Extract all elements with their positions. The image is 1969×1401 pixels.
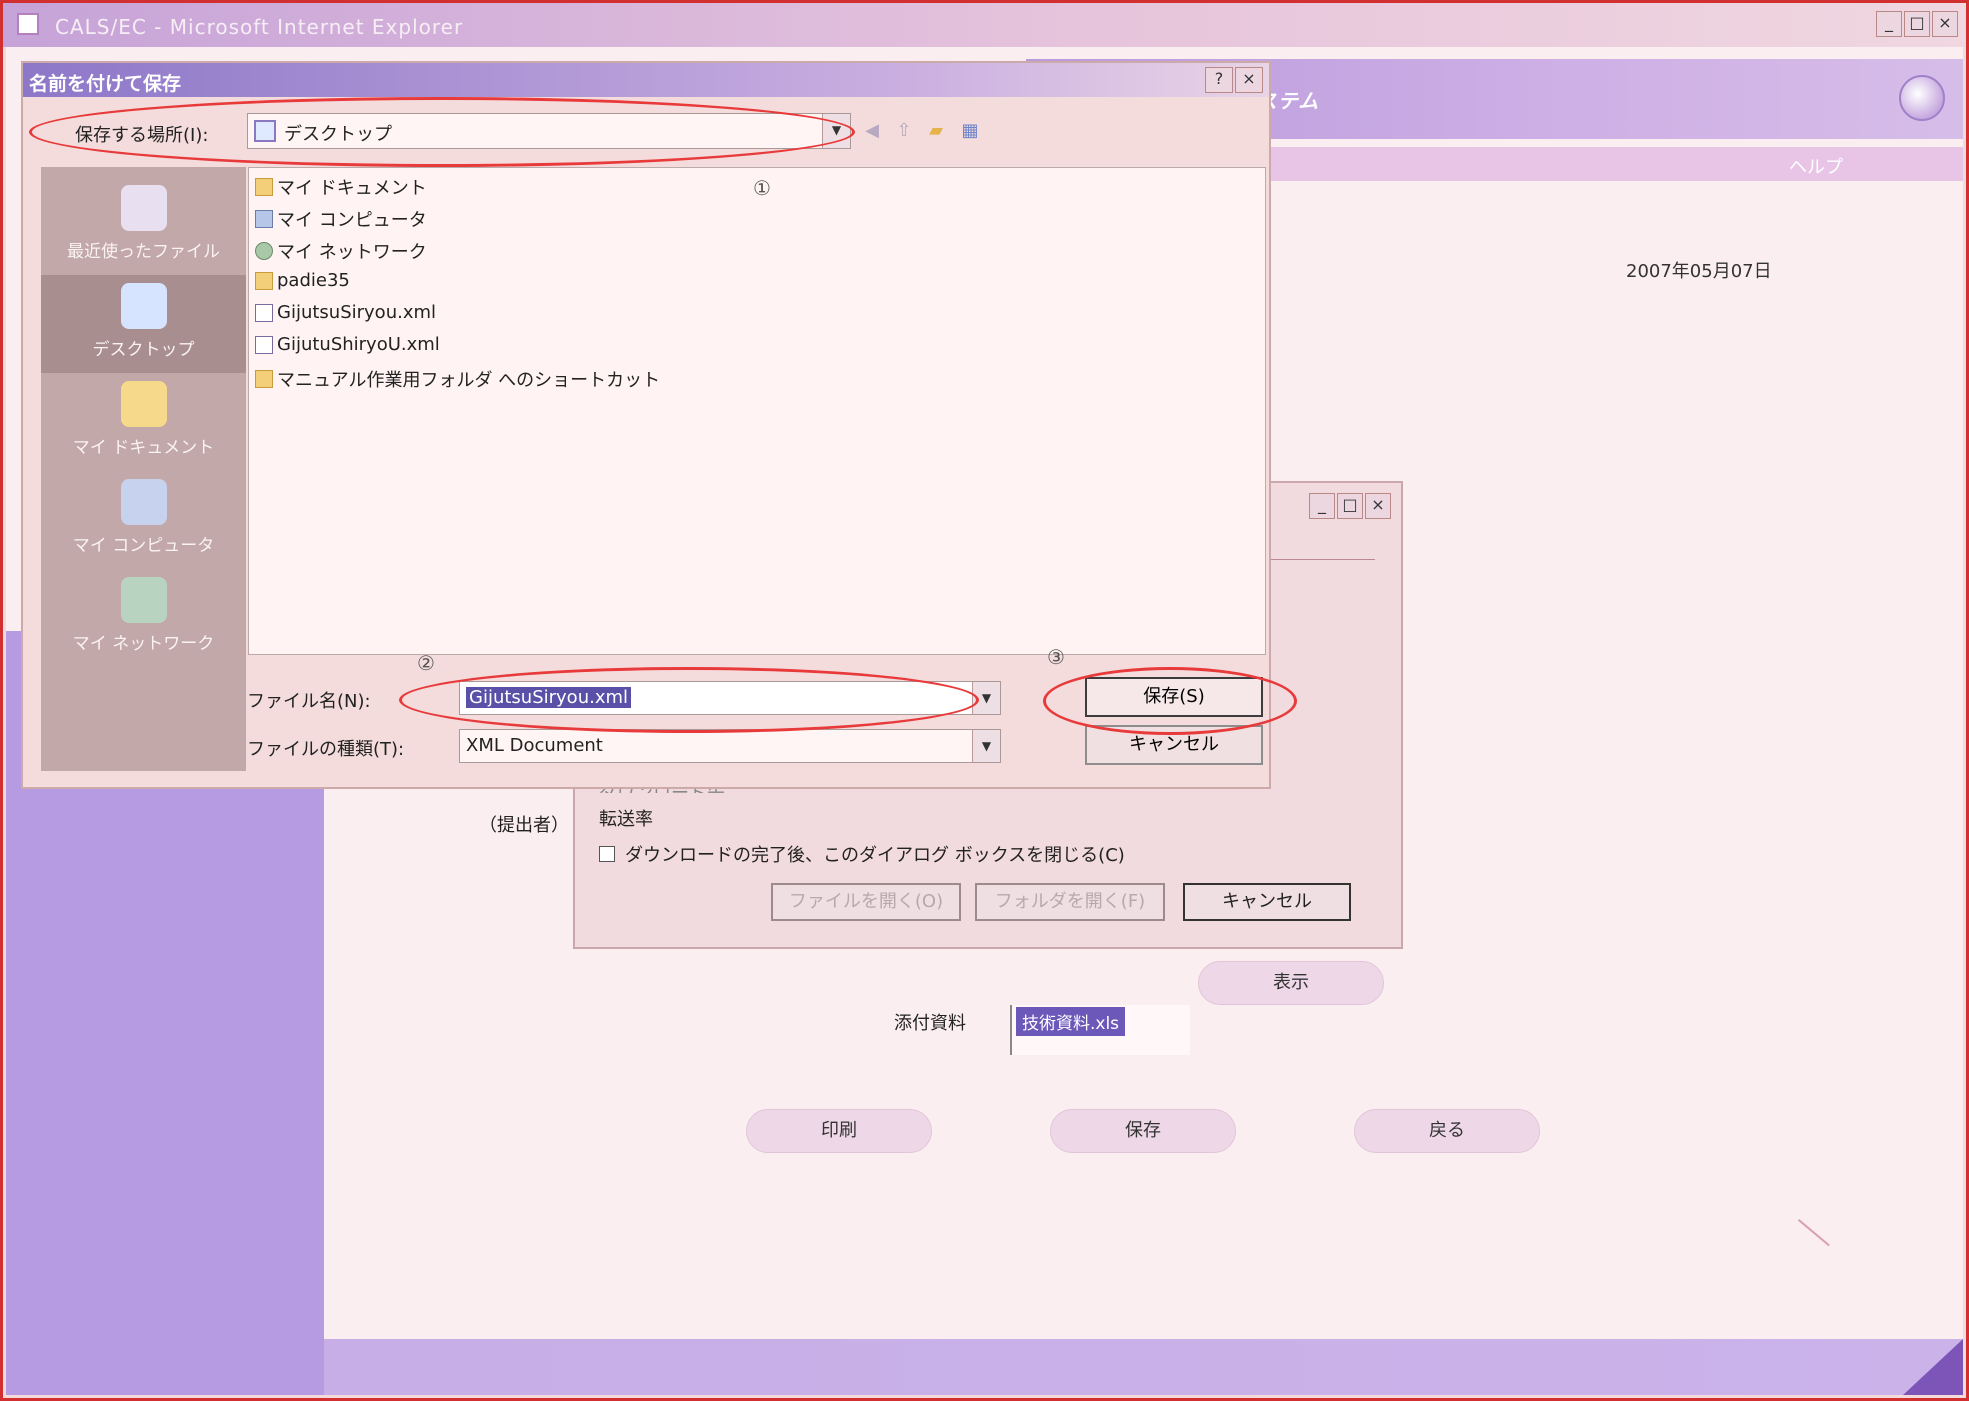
ie-logo-icon xyxy=(1899,75,1945,121)
folder-icon xyxy=(255,271,273,290)
help-link[interactable]: ヘルプ xyxy=(1789,153,1843,179)
open-file-button[interactable]: ファイルを開く(O) xyxy=(771,883,961,921)
file-list[interactable]: マイ ドキュメント マイ コンピュータ マイ ネットワーク padie35 Gi… xyxy=(248,167,1266,655)
dl-cancel-button[interactable]: キャンセル xyxy=(1183,883,1351,921)
save-as-titlebar: 名前を付けて保存 ? × xyxy=(23,63,1269,97)
show-button[interactable]: 表示 xyxy=(1198,961,1384,1005)
save-as-close-button[interactable]: × xyxy=(1235,67,1263,93)
place-recent[interactable]: 最近使ったファイル xyxy=(41,177,246,275)
browser-titlebar: CALS/EC - Microsoft Internet Explorer _ … xyxy=(3,3,1966,47)
file-name: マイ ドキュメント xyxy=(277,178,427,199)
close-on-complete-checkbox[interactable] xyxy=(599,846,615,862)
new-folder-icon[interactable]: ▰ xyxy=(923,119,949,143)
file-name: マニュアル作業用フォルダ へのショートカット xyxy=(277,370,661,391)
bottom-band xyxy=(324,1339,1963,1395)
ie-app-icon xyxy=(17,13,39,35)
decorative-mark-icon xyxy=(1772,1219,1830,1277)
place-desktop[interactable]: デスクトップ xyxy=(41,275,246,373)
place-label: マイ コンピュータ xyxy=(72,536,215,556)
dl-minimize-button[interactable]: _ xyxy=(1309,493,1335,519)
annotation-step-3: ③ xyxy=(1047,645,1065,669)
help-button[interactable]: ? xyxy=(1205,67,1233,93)
up-folder-icon[interactable]: ⇧ xyxy=(891,119,917,143)
place-my-documents[interactable]: マイ ドキュメント xyxy=(41,373,246,471)
place-my-computer[interactable]: マイ コンピュータ xyxy=(41,471,246,569)
date-text: 2007年05月07日 xyxy=(1626,261,1772,282)
file-item[interactable]: マイ ネットワーク xyxy=(255,238,427,264)
file-item[interactable]: padie35 xyxy=(255,270,350,291)
filetype-value: XML Document xyxy=(466,735,603,756)
place-label: マイ ネットワーク xyxy=(72,634,215,654)
place-my-network[interactable]: マイ ネットワーク xyxy=(41,569,246,667)
submitter-label: （提出者） xyxy=(479,815,569,836)
close-on-complete-label: ダウンロードの完了後、このダイアログ ボックスを閉じる(C) xyxy=(625,845,1125,866)
filetype-label: ファイルの種類(T): xyxy=(247,739,405,760)
open-folder-button[interactable]: フォルダを開く(F) xyxy=(975,883,1165,921)
dl-close-button[interactable]: × xyxy=(1365,493,1391,519)
close-on-complete-option[interactable]: ダウンロードの完了後、このダイアログ ボックスを閉じる(C) xyxy=(599,841,1125,867)
minimize-button[interactable]: _ xyxy=(1876,11,1902,37)
xml-file-icon xyxy=(255,335,273,354)
annotation-ring-filename xyxy=(399,667,979,733)
corner-decoration xyxy=(1903,1339,1963,1395)
save-as-controls: ? × xyxy=(1205,67,1263,93)
annotation-ring-save xyxy=(1043,667,1297,735)
dl-maximize-button[interactable]: □ xyxy=(1337,493,1363,519)
file-name: GijutuShiryoU.xml xyxy=(277,334,440,355)
browser-title: CALS/EC - Microsoft Internet Explorer xyxy=(55,15,464,39)
back-button[interactable]: 戻る xyxy=(1354,1109,1540,1153)
my-computer-icon xyxy=(120,479,167,525)
my-documents-icon xyxy=(120,381,167,427)
folder-icon xyxy=(255,178,273,196)
filename-label: ファイル名(N): xyxy=(247,691,371,712)
xml-file-icon xyxy=(255,303,273,322)
file-item[interactable]: マニュアル作業用フォルダ へのショートカット xyxy=(255,366,660,392)
file-item[interactable]: GijutuShiryoU.xml xyxy=(255,334,440,355)
maximize-button[interactable]: □ xyxy=(1904,11,1930,37)
file-name: マイ ネットワーク xyxy=(277,242,427,263)
download-dialog-controls: _ □ × xyxy=(1309,493,1391,519)
attachment-label: 添付資料 xyxy=(894,1013,966,1034)
place-label: マイ ドキュメント xyxy=(72,438,215,458)
attachment-item[interactable]: 技術資料.xls xyxy=(1016,1007,1126,1036)
page-save-button[interactable]: 保存 xyxy=(1050,1109,1236,1153)
file-item[interactable]: GijutsuSiryou.xml xyxy=(255,302,436,323)
network-icon xyxy=(255,242,273,260)
folder-shortcut-icon xyxy=(255,370,273,388)
file-name: padie35 xyxy=(277,270,350,291)
computer-icon xyxy=(255,210,273,228)
transfer-rate-label: 転送率 xyxy=(599,809,653,830)
close-button[interactable]: × xyxy=(1932,11,1958,37)
browser-window-controls: _ □ × xyxy=(1876,11,1958,37)
my-network-icon xyxy=(120,577,167,623)
save-as-title: 名前を付けて保存 xyxy=(29,73,182,95)
file-name: マイ コンピュータ xyxy=(277,210,427,231)
chevron-down-icon[interactable]: ▼ xyxy=(972,730,1000,762)
file-name: GijutsuSiryou.xml xyxy=(277,302,437,323)
attachment-list[interactable]: 技術資料.xls xyxy=(1010,1005,1190,1055)
back-arrow-icon[interactable]: ◀ xyxy=(859,119,885,143)
recent-icon xyxy=(120,185,167,231)
browser-window: CALS/EC - Microsoft Internet Explorer _ … xyxy=(0,0,1969,1401)
view-menu-icon[interactable]: ▦ xyxy=(957,119,983,143)
annotation-ring-location xyxy=(29,97,855,167)
desktop-icon xyxy=(120,283,167,329)
file-item[interactable]: マイ ドキュメント xyxy=(255,174,427,200)
place-label: デスクトップ xyxy=(92,340,195,360)
file-item[interactable]: マイ コンピュータ xyxy=(255,206,427,232)
place-label: 最近使ったファイル xyxy=(67,242,220,262)
annotation-step-2: ② xyxy=(417,651,435,675)
annotation-step-1: ① xyxy=(753,176,771,200)
filetype-select[interactable]: XML Document ▼ xyxy=(459,729,1001,763)
print-button[interactable]: 印刷 xyxy=(746,1109,932,1153)
places-bar: 最近使ったファイル デスクトップ マイ ドキュメント マイ コンピュータ マイ … xyxy=(41,167,246,771)
